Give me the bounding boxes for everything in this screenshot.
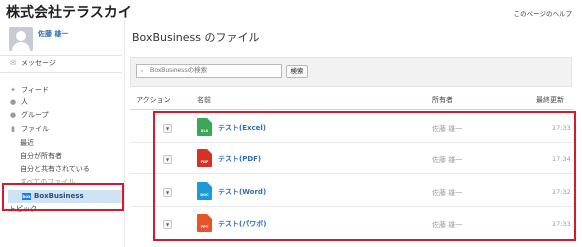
column-divider bbox=[124, 20, 125, 247]
sidebar-item-people[interactable]: ● 人 bbox=[9, 97, 28, 108]
group-icon: ● bbox=[9, 111, 17, 119]
sidebar-item-shared[interactable]: 自分と共有されている bbox=[20, 164, 90, 175]
message-icon: ✉ bbox=[10, 59, 16, 67]
feed-icon: ✦ bbox=[10, 86, 16, 94]
search-button[interactable]: 検索 bbox=[286, 65, 308, 78]
company-name: 株式会社テラスカイ bbox=[6, 5, 132, 21]
sidebar-item-recent[interactable]: 最近 bbox=[20, 138, 34, 149]
sidebar-divider bbox=[0, 55, 122, 56]
search-icon: ⌕ bbox=[140, 67, 144, 75]
column-header-modified[interactable]: 最終更新 bbox=[536, 95, 564, 105]
sidebar-divider bbox=[0, 72, 122, 73]
sidebar-item-groups[interactable]: ● グループ bbox=[9, 110, 49, 121]
user-name-link[interactable]: 佐藤 雄一 bbox=[38, 29, 68, 39]
header-divider bbox=[130, 109, 574, 110]
page-title: BoxBusiness のファイル bbox=[132, 31, 260, 44]
help-link[interactable]: このページのヘルプ bbox=[514, 8, 572, 18]
search-input[interactable] bbox=[136, 64, 282, 78]
sidebar-item-messages[interactable]: ✉ メッセージ bbox=[9, 58, 56, 69]
file-icon: ▮ bbox=[11, 125, 15, 133]
column-header-action: アクション bbox=[136, 96, 171, 104]
highlight-box-files bbox=[153, 111, 576, 241]
sidebar-item-feed[interactable]: ✦ フィード bbox=[9, 85, 49, 96]
sidebar-item-owned[interactable]: 自分が所有者 bbox=[20, 151, 62, 162]
sidebar-item-files[interactable]: ▮ ファイル bbox=[9, 124, 49, 135]
column-header-owner[interactable]: 所有者 bbox=[432, 95, 453, 105]
column-header-name[interactable]: 名前 bbox=[197, 95, 211, 105]
avatar[interactable] bbox=[9, 27, 33, 51]
person-icon: ● bbox=[9, 98, 17, 106]
highlight-box-sidebar bbox=[2, 183, 124, 211]
